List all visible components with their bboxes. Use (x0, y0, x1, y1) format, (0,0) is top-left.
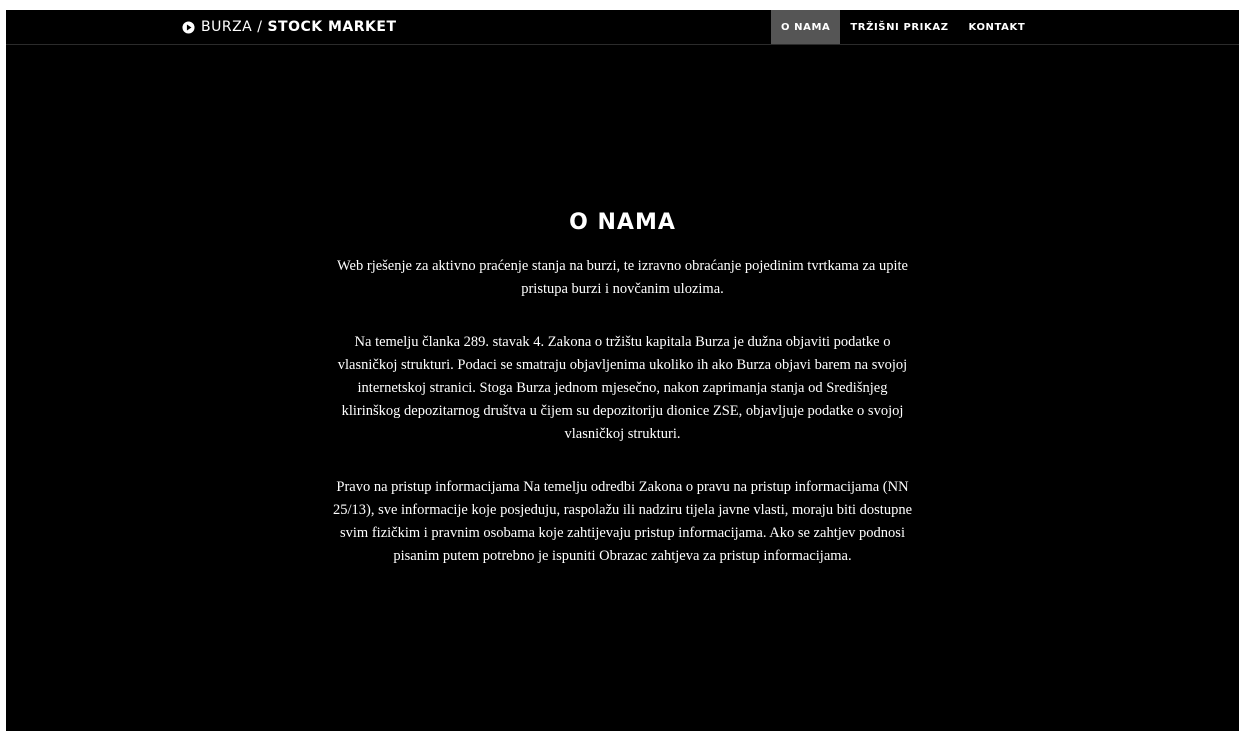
page-title: O NAMA (569, 210, 676, 235)
nav-item-kontakt[interactable]: KONTAKT (959, 10, 1036, 44)
nav-item-label: TRŽIŠNI PRIKAZ (850, 21, 949, 33)
about-section: O NAMA Web rješenje za aktivno praćenje … (6, 210, 1239, 598)
nav-item-o-nama[interactable]: O NAMA (771, 10, 841, 44)
nav-item-label: O NAMA (781, 21, 831, 33)
top-navbar: BURZA / STOCK MARKET O NAMA TRŽIŠNI PRIK… (6, 10, 1239, 45)
brand-separator: / (257, 19, 263, 35)
intro-paragraph: Web rješenje za aktivno praćenje stanja … (337, 258, 908, 297)
brand-logo-link[interactable]: BURZA / STOCK MARKET (182, 10, 397, 44)
brand-subtitle: STOCK MARKET (267, 19, 397, 35)
play-circle-icon (182, 20, 195, 34)
ownership-paragraph: Na temelju članka 289. stavak 4. Zakona … (337, 334, 908, 442)
nav-item-trzisni-prikaz[interactable]: TRŽIŠNI PRIKAZ (840, 10, 958, 44)
nav-item-label: KONTAKT (968, 21, 1026, 33)
main-nav: O NAMA TRŽIŠNI PRIKAZ KONTAKT (771, 10, 1035, 44)
page-frame: BURZA / STOCK MARKET O NAMA TRŽIŠNI PRIK… (6, 10, 1239, 731)
brand-name: BURZA (201, 19, 253, 35)
information-access-paragraph: Pravo na pristup informacijama Na temelj… (332, 479, 913, 564)
